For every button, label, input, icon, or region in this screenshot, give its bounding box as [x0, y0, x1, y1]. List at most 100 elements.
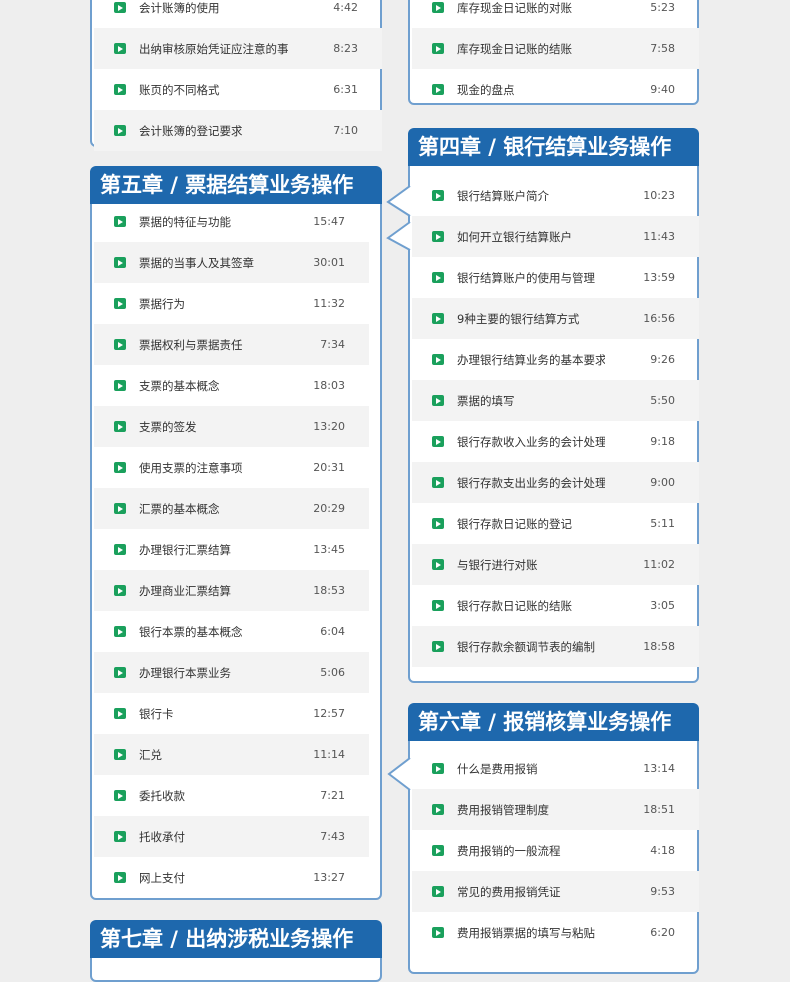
video-play-icon [114, 626, 126, 637]
video-play-icon [114, 298, 126, 309]
lesson-title: 银行存款收入业务的会计处理 [457, 434, 605, 449]
lesson-title: 银行结算账户简介 [457, 188, 549, 203]
lesson-row[interactable]: 票据的当事人及其签章 30:01 [94, 242, 369, 283]
video-play-icon [432, 804, 444, 815]
lesson-duration: 5:50 [650, 394, 675, 407]
lesson-title: 办理银行结算业务的基本要求 [457, 352, 605, 367]
lesson-duration: 4:42 [333, 1, 358, 14]
lesson-row[interactable]: 办理商业汇票结算 18:53 [94, 570, 369, 611]
chapter6-connector [387, 758, 411, 791]
lesson-title: 会计账簿的使用 [139, 0, 220, 15]
lesson-duration: 10:23 [643, 189, 675, 202]
video-play-icon [114, 2, 126, 13]
lesson-row[interactable]: 现金的盘点 9:40 [412, 69, 699, 110]
lesson-title: 支票的签发 [139, 419, 197, 434]
lesson-duration: 5:11 [650, 517, 675, 530]
lesson-duration: 30:01 [313, 256, 345, 269]
lesson-row[interactable]: 银行本票的基本概念 6:04 [94, 611, 369, 652]
lesson-row[interactable]: 常见的费用报销凭证 9:53 [412, 871, 699, 912]
lesson-row[interactable]: 办理银行汇票结算 13:45 [94, 529, 369, 570]
lesson-row[interactable]: 票据的填写 5:50 [412, 380, 699, 421]
lesson-title: 账页的不同格式 [139, 82, 220, 97]
lesson-row[interactable]: 使用支票的注意事项 20:31 [94, 447, 369, 488]
lesson-duration: 7:34 [320, 338, 345, 351]
lesson-duration: 7:58 [650, 42, 675, 55]
lesson-row[interactable]: 票据权利与票据责任 7:34 [94, 324, 369, 365]
lesson-duration: 13:59 [643, 271, 675, 284]
lesson-row[interactable]: 银行卡 12:57 [94, 693, 369, 734]
chapter5-title: 第五章 / 票据结算业务操作 [90, 166, 382, 204]
lesson-duration: 5:06 [320, 666, 345, 679]
lesson-title: 费用报销管理制度 [457, 802, 549, 817]
lesson-row[interactable]: 网上支付 13:27 [94, 857, 369, 898]
lesson-row[interactable]: 会计账簿的使用 4:42 [94, 0, 382, 28]
lesson-row[interactable]: 出纳审核原始凭证应注意的事项 8:23 [94, 28, 382, 69]
chapter4-lesson-list: 银行结算账户简介 10:23 如何开立银行结算账户 11:43 银行结算账户的使用与管理… [412, 175, 699, 667]
lesson-duration: 13:45 [313, 543, 345, 556]
video-play-icon [432, 272, 444, 283]
lesson-row[interactable]: 库存现金日记账的结账 7:58 [412, 28, 699, 69]
video-play-icon [114, 462, 126, 473]
lesson-title: 常见的费用报销凭证 [457, 884, 561, 899]
lesson-duration: 18:58 [643, 640, 675, 653]
lesson-title: 出纳审核原始凭证应注意的事项 [139, 41, 288, 56]
lesson-duration: 13:27 [313, 871, 345, 884]
lesson-row[interactable]: 库存现金日记账的对账 5:23 [412, 0, 699, 28]
lesson-row[interactable]: 会计账簿的登记要求 7:10 [94, 110, 382, 151]
lesson-row[interactable]: 办理银行结算业务的基本要求 9:26 [412, 339, 699, 380]
lesson-row[interactable]: 如何开立银行结算账户 11:43 [412, 216, 699, 257]
lesson-row[interactable]: 支票的基本概念 18:03 [94, 365, 369, 406]
lesson-row[interactable]: 银行存款收入业务的会计处理 9:18 [412, 421, 699, 462]
lesson-row[interactable]: 票据行为 11:32 [94, 283, 369, 324]
lesson-row[interactable]: 托收承付 7:43 [94, 816, 369, 857]
chapter6-lesson-list: 什么是费用报销 13:14 费用报销管理制度 18:51 费用报销的一般流程 4:18 常见… [412, 748, 699, 953]
lesson-duration: 9:26 [650, 353, 675, 366]
lesson-duration: 18:53 [313, 584, 345, 597]
video-play-icon [114, 216, 126, 227]
chapter4-connector [386, 186, 411, 251]
lesson-duration: 9:53 [650, 885, 675, 898]
video-play-icon [432, 845, 444, 856]
lesson-title: 费用报销的一般流程 [457, 843, 561, 858]
lesson-row[interactable]: 账页的不同格式 6:31 [94, 69, 382, 110]
video-play-icon [432, 559, 444, 570]
lesson-row[interactable]: 与银行进行对账 11:02 [412, 544, 699, 585]
lesson-row[interactable]: 什么是费用报销 13:14 [412, 748, 699, 789]
video-play-icon [114, 708, 126, 719]
chapter3-card: 会计账簿的使用 4:42 出纳审核原始凭证应注意的事项 8:23 账页的不同格式 6:31… [90, 0, 382, 151]
video-play-icon [114, 125, 126, 136]
lesson-row[interactable]: 汇票的基本概念 20:29 [94, 488, 369, 529]
chapter7-title: 第七章 / 出纳涉税业务操作 [90, 920, 382, 958]
video-play-icon [432, 436, 444, 447]
lesson-duration: 8:23 [333, 42, 358, 55]
lesson-row[interactable]: 费用报销的一般流程 4:18 [412, 830, 699, 871]
lesson-row[interactable]: 费用报销票据的填写与粘贴 6:20 [412, 912, 699, 953]
lesson-row[interactable]: 银行存款日记账的登记 5:11 [412, 503, 699, 544]
video-play-icon [432, 600, 444, 611]
lesson-row[interactable]: 汇兑 11:14 [94, 734, 369, 775]
lesson-duration: 13:20 [313, 420, 345, 433]
lesson-row[interactable]: 银行存款余额调节表的编制 18:58 [412, 626, 699, 667]
lesson-title: 使用支票的注意事项 [139, 460, 243, 475]
lesson-row[interactable]: 银行结算账户的使用与管理 13:59 [412, 257, 699, 298]
chapter3b-card: 库存现金日记账的对账 5:23 库存现金日记账的结账 7:58 现金的盘点 9:40 [408, 0, 699, 105]
lesson-duration: 20:31 [313, 461, 345, 474]
lesson-row[interactable]: 办理银行本票业务 5:06 [94, 652, 369, 693]
lesson-title: 银行存款日记账的结账 [457, 598, 572, 613]
lesson-row[interactable]: 委托收款 7:21 [94, 775, 369, 816]
lesson-row[interactable]: 票据的特征与功能 15:47 [94, 201, 369, 242]
lesson-row[interactable]: 费用报销管理制度 18:51 [412, 789, 699, 830]
lesson-row[interactable]: 银行存款支出业务的会计处理 9:00 [412, 462, 699, 503]
lesson-title: 办理银行本票业务 [139, 665, 231, 680]
lesson-row[interactable]: 银行结算账户简介 10:23 [412, 175, 699, 216]
video-play-icon [432, 354, 444, 365]
video-play-icon [432, 477, 444, 488]
lesson-row[interactable]: 支票的签发 13:20 [94, 406, 369, 447]
lesson-duration: 11:43 [643, 230, 675, 243]
lesson-row[interactable]: 9种主要的银行结算方式 16:56 [412, 298, 699, 339]
chapter5-card: 票据的特征与功能 15:47 票据的当事人及其签章 30:01 票据行为 11:32 票据权… [90, 168, 382, 900]
lesson-duration: 6:04 [320, 625, 345, 638]
lesson-title: 9种主要的银行结算方式 [457, 311, 580, 326]
lesson-duration: 7:21 [320, 789, 345, 802]
lesson-row[interactable]: 银行存款日记账的结账 3:05 [412, 585, 699, 626]
